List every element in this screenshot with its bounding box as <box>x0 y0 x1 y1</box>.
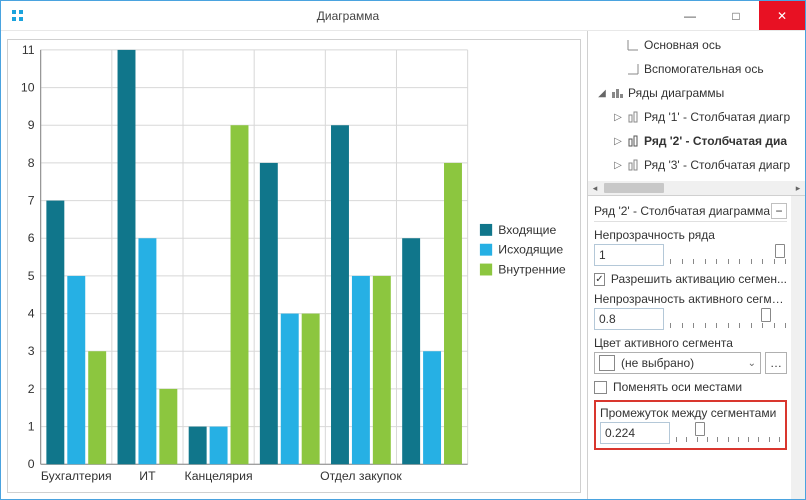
bar-icon <box>626 158 640 172</box>
color-select[interactable]: (не выбрано) ⌄ <box>594 352 761 374</box>
checkbox-checked-icon[interactable]: ✓ <box>594 273 605 286</box>
svg-text:Отдел закупок: Отдел закупок <box>320 469 402 483</box>
gap-input[interactable]: 0.224 <box>600 422 670 444</box>
svg-text:6: 6 <box>28 231 35 245</box>
bars-icon <box>610 86 624 100</box>
opacity-slider[interactable] <box>668 244 787 266</box>
chevron-down-icon: ⌄ <box>748 358 756 369</box>
gap-label: Промежуток между сегментами <box>600 406 781 420</box>
tree-view[interactable]: Основная ось Вспомогательная ось ◢ Ряды … <box>588 31 805 196</box>
svg-text:1: 1 <box>28 420 35 434</box>
tree-label: Основная ось <box>644 38 721 52</box>
sidebar: Основная ось Вспомогательная ось ◢ Ряды … <box>587 31 805 499</box>
tree-label: Ряд '3' - Столбчатая диагр <box>644 158 790 172</box>
svg-text:Внутренние: Внутренние <box>498 263 566 277</box>
swap-axes-row[interactable]: Поменять оси местами <box>594 380 787 394</box>
app-icon <box>7 5 29 27</box>
tree-label: Ряд '1' - Столбчатая диагр <box>644 110 790 124</box>
window-body: 0 1 2 3 4 5 6 7 8 9 10 11 Бухгалтерия ИТ Канцелярия Отд… <box>1 31 805 499</box>
svg-text:9: 9 <box>28 118 35 132</box>
active-color-label: Цвет активного сегмента <box>594 336 787 350</box>
tree-item-main-axis[interactable]: Основная ось <box>588 33 805 57</box>
color-select-value: (не выбрано) <box>621 356 694 370</box>
minimize-button[interactable]: — <box>667 1 713 30</box>
svg-text:5: 5 <box>28 269 35 283</box>
chart-panel: 0 1 2 3 4 5 6 7 8 9 10 11 Бухгалтерия ИТ Канцелярия Отд… <box>1 31 587 499</box>
tree-item-series-3[interactable]: ▷ Ряд '3' - Столбчатая диагр <box>588 153 805 177</box>
svg-text:10: 10 <box>21 81 35 95</box>
gap-slider[interactable] <box>674 422 781 444</box>
tree-hscrollbar[interactable]: ◂ ▸ <box>588 181 805 195</box>
svg-text:11: 11 <box>22 43 35 57</box>
active-opacity-slider[interactable] <box>668 308 787 330</box>
tree-item-series-group[interactable]: ◢ Ряды диаграммы <box>588 81 805 105</box>
tree-item-series-1[interactable]: ▷ Ряд '1' - Столбчатая диагр <box>588 105 805 129</box>
maximize-button[interactable]: □ <box>713 1 759 30</box>
svg-text:8: 8 <box>28 156 35 170</box>
tree-label: Ряд '2' - Столбчатая диа <box>644 134 787 148</box>
svg-text:Бухгалтерия: Бухгалтерия <box>41 469 112 483</box>
opacity-value: 1 <box>599 248 606 262</box>
tree-label: Вспомогательная ось <box>644 62 764 76</box>
active-color-row: (не выбрано) ⌄ … <box>594 352 787 374</box>
gap-row: 0.224 <box>600 422 781 444</box>
scroll-thumb[interactable] <box>604 183 664 193</box>
allow-activation-label: Разрешить активацию сегмен... <box>611 272 787 286</box>
properties-vscrollbar[interactable] <box>791 196 805 499</box>
color-swatch <box>599 355 615 371</box>
svg-text:Канцелярия: Канцелярия <box>185 469 253 483</box>
swap-axes-label: Поменять оси местами <box>613 380 742 394</box>
gap-value: 0.224 <box>605 426 635 440</box>
allow-activation-row[interactable]: ✓ Разрешить активацию сегмен... <box>594 272 787 286</box>
properties-header: Ряд '2' - Столбчатая диаграмма − <box>594 200 787 222</box>
active-opacity-input[interactable]: 0.8 <box>594 308 664 330</box>
svg-text:7: 7 <box>28 194 35 208</box>
svg-text:3: 3 <box>28 344 35 358</box>
window-buttons: — □ ✕ <box>667 1 805 30</box>
properties-panel: Ряд '2' - Столбчатая диаграмма − Непрозр… <box>588 196 791 499</box>
active-opacity-value: 0.8 <box>599 312 616 326</box>
checkbox-unchecked-icon[interactable] <box>594 381 607 394</box>
svg-text:2: 2 <box>28 382 35 396</box>
opacity-input[interactable]: 1 <box>594 244 664 266</box>
svg-text:0: 0 <box>28 457 35 471</box>
window-root: Диаграмма — □ ✕ 0 1 2 3 4 5 6 7 8 9 10 11 Бухгалтери… <box>0 0 806 500</box>
axis-icon <box>626 38 640 52</box>
bar-icon <box>626 110 640 124</box>
axis-icon <box>626 62 640 76</box>
collapse-button[interactable]: − <box>771 203 787 219</box>
svg-text:Входящие: Входящие <box>498 223 556 237</box>
tree-item-series-2[interactable]: ▷ Ряд '2' - Столбчатая диа <box>588 129 805 153</box>
tree-item-sec-axis[interactable]: Вспомогательная ось <box>588 57 805 81</box>
tree-label: Ряды диаграммы <box>628 86 724 100</box>
chevron-right-icon[interactable]: ▷ <box>612 112 624 123</box>
svg-text:Исходящие: Исходящие <box>498 243 563 257</box>
scroll-right-icon[interactable]: ▸ <box>791 181 805 195</box>
svg-text:ИТ: ИТ <box>139 469 156 483</box>
chart-svg: 0 1 2 3 4 5 6 7 8 9 10 11 Бухгалтерия ИТ Канцелярия Отд… <box>8 40 580 492</box>
titlebar: Диаграмма — □ ✕ <box>1 1 805 31</box>
chevron-right-icon[interactable]: ▷ <box>612 136 624 147</box>
chevron-right-icon[interactable]: ▷ <box>612 160 624 171</box>
window-title: Диаграмма <box>29 9 667 23</box>
chevron-down-icon[interactable]: ◢ <box>596 88 608 99</box>
opacity-label: Непрозрачность ряда <box>594 228 787 242</box>
close-button[interactable]: ✕ <box>759 1 805 30</box>
gap-highlight: Промежуток между сегментами 0.224 <box>594 400 787 450</box>
chart-box: 0 1 2 3 4 5 6 7 8 9 10 11 Бухгалтерия ИТ Канцелярия Отд… <box>7 39 581 493</box>
bar-icon <box>626 134 640 148</box>
svg-text:4: 4 <box>28 307 35 321</box>
active-opacity-row: 0.8 <box>594 308 787 330</box>
opacity-row: 1 <box>594 244 787 266</box>
scroll-left-icon[interactable]: ◂ <box>588 181 602 195</box>
properties-title: Ряд '2' - Столбчатая диаграмма <box>594 204 770 218</box>
active-opacity-label: Непрозрачность активного сегмент <box>594 292 787 306</box>
color-more-button[interactable]: … <box>765 352 787 374</box>
